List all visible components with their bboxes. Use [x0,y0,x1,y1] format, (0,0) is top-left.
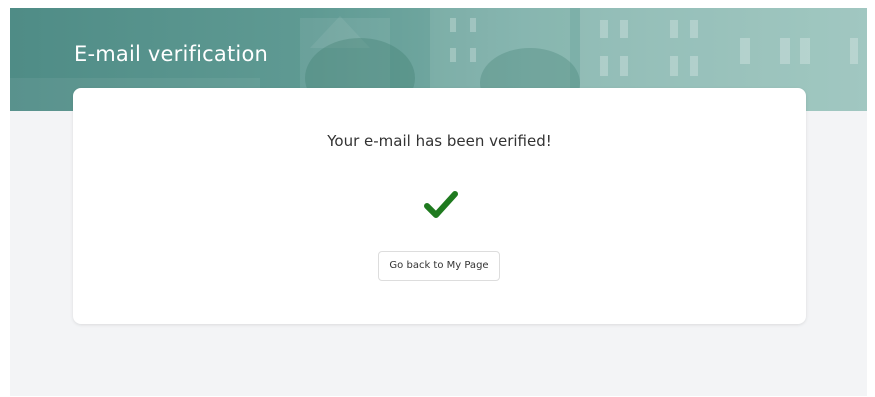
verification-message: Your e-mail has been verified! [327,132,552,150]
page-title: E-mail verification [74,42,268,66]
checkmark-icon [424,191,458,218]
verification-card: Your e-mail has been verified! Go back t… [73,88,806,324]
go-back-to-my-page-button[interactable]: Go back to My Page [378,251,500,281]
page: E-mail verification Your e-mail has been… [0,0,875,397]
